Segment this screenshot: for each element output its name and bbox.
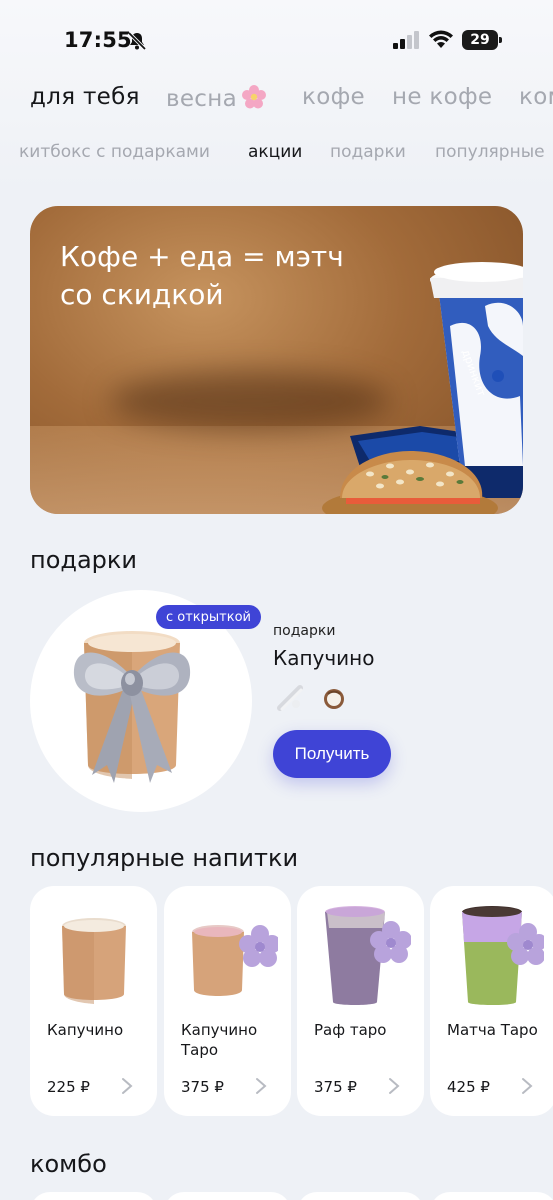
tab-spring-label: весна [166,86,237,112]
gifts-section-title: подарки [30,546,138,574]
subcategory-tabs: китбокс с подарками акции подарки популя… [0,142,553,172]
drink-price: 375 ₽ [314,1078,357,1096]
combo-card[interactable] [430,1192,553,1200]
tab-coffee[interactable]: кофе [302,84,365,110]
get-gift-button[interactable]: Получить [273,730,391,778]
chevron-right-icon [122,1078,133,1094]
status-bar: 17:55 29 [0,0,553,80]
tab-combo[interactable]: ком [519,84,553,110]
drink-name: Капучино [47,1021,124,1039]
cappuccino-cup-image [62,918,126,1004]
milk-icon [277,685,303,711]
drink-card-cappuccino-taro[interactable]: Капучино Таро 375 ₽ [164,886,291,1116]
drink-card-matcha-taro[interactable]: Матча Таро 425 ₽ [430,886,553,1116]
wifi-icon [429,30,453,48]
battery-icon: 29 [462,30,502,50]
combo-section-title: комбо [30,1150,107,1178]
chevron-right-icon [389,1078,400,1094]
drink-card-raf-taro[interactable]: Раф таро 375 ₽ [297,886,424,1116]
promo-banner[interactable]: Кофе + еда = мэтч со скидкой дринкит [30,206,523,514]
tab-not-coffee[interactable]: не кофе [392,84,492,110]
subtab-gifts[interactable]: подарки [330,142,406,162]
cappuccino-taro-cup-image [192,925,278,996]
chevron-right-icon [256,1078,267,1094]
combo-card[interactable] [164,1192,291,1200]
bell-slash-icon [127,31,147,51]
drink-price: 425 ₽ [447,1078,490,1096]
tab-for-you[interactable]: для тебя [30,84,140,110]
status-time: 17:55 [64,28,132,52]
coconut-icon [324,689,344,709]
gift-name: Капучино [273,646,375,670]
postcard-badge: с открыткой [156,605,262,629]
top-header: 17:55 29 для тебя весна кофе не кофе ко … [0,0,553,192]
popular-section-title: популярные напитки [30,844,299,872]
chevron-right-icon [522,1078,533,1094]
subtab-kitbox[interactable]: китбокс с подарками [19,142,210,162]
matcha-taro-cup-image [462,906,544,1005]
gift-cup-bow-image [73,631,191,783]
category-tabs: для тебя весна кофе не кофе ком [0,84,553,128]
combo-card[interactable] [30,1192,157,1200]
drink-name: Матча Таро [447,1021,538,1039]
drink-card-cappuccino[interactable]: Капучино 225 ₽ [30,886,157,1116]
gift-category: подарки [273,623,336,639]
drink-name: Раф таро [314,1021,387,1039]
tab-spring[interactable]: весна [166,84,267,112]
drink-name: Капучино Таро [181,1021,258,1059]
cherry-blossom-icon [241,85,266,109]
drink-price: 225 ₽ [47,1078,90,1096]
combo-cards-row [30,1192,553,1200]
raf-taro-cup-image [325,906,411,1005]
subtab-promo[interactable]: акции [248,142,302,162]
cellular-signal-icon [393,31,419,49]
combo-card[interactable] [297,1192,424,1200]
drink-price: 375 ₽ [181,1078,224,1096]
coffee-cup-sandwich-image: дринкит [322,262,523,514]
subtab-popular[interactable]: популярные [435,142,545,162]
